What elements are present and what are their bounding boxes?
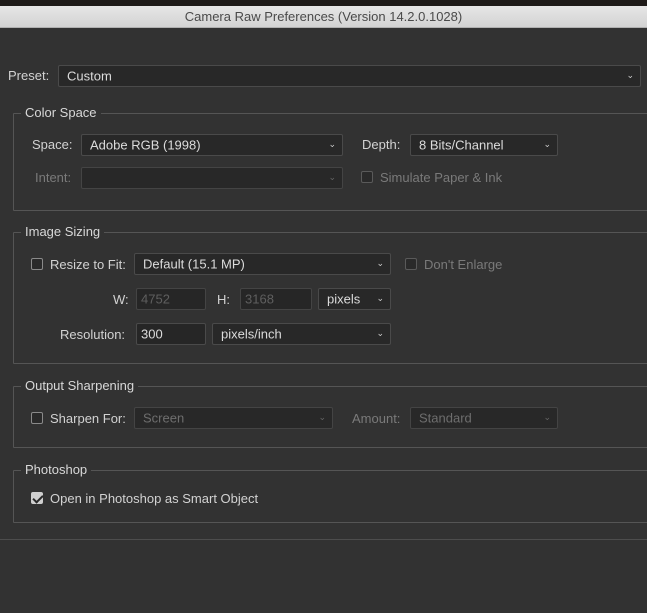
size-unit-select[interactable]: pixels ⌄ bbox=[318, 288, 391, 310]
intent-label: Intent: bbox=[35, 170, 72, 185]
amount-label: Amount: bbox=[352, 411, 401, 426]
depth-select[interactable]: 8 Bits/Channel ⌄ bbox=[410, 134, 558, 156]
simulate-paper-label: Simulate Paper & Ink bbox=[380, 170, 503, 185]
chevron-down-icon: ⌄ bbox=[328, 138, 336, 149]
resolution-input[interactable]: 300 bbox=[136, 323, 206, 345]
resize-to-fit-value: Default (15.1 MP) bbox=[143, 256, 245, 272]
sharpen-for-label: Sharpen For: bbox=[50, 411, 126, 426]
width-label: W: bbox=[113, 292, 129, 307]
resolution-unit-value: pixels/inch bbox=[221, 326, 282, 342]
size-unit-value: pixels bbox=[327, 291, 361, 307]
preset-select[interactable]: Custom ⌄ bbox=[58, 65, 641, 87]
width-value: 4752 bbox=[141, 291, 170, 307]
sharpen-for-select[interactable]: Screen ⌄ bbox=[134, 407, 333, 429]
chevron-down-icon: ⌄ bbox=[328, 171, 336, 182]
depth-label: Depth: bbox=[362, 137, 401, 152]
resolution-unit-select[interactable]: pixels/inch ⌄ bbox=[212, 323, 391, 345]
chevron-down-icon: ⌄ bbox=[543, 411, 551, 422]
preset-label: Preset: bbox=[8, 68, 50, 83]
chevron-down-icon: ⌄ bbox=[626, 69, 634, 80]
sharpen-for-checkbox[interactable] bbox=[31, 412, 43, 424]
width-input[interactable]: 4752 bbox=[136, 288, 206, 310]
intent-select[interactable]: ⌄ bbox=[81, 167, 343, 189]
window-title-bar: Camera Raw Preferences (Version 14.2.0.1… bbox=[0, 6, 647, 28]
smart-object-label: Open in Photoshop as Smart Object bbox=[50, 491, 259, 506]
amount-select[interactable]: Standard ⌄ bbox=[410, 407, 558, 429]
height-input[interactable]: 3168 bbox=[240, 288, 312, 310]
color-space-legend: Color Space bbox=[21, 105, 101, 121]
dont-enlarge-label: Don't Enlarge bbox=[424, 257, 503, 272]
amount-value: Standard bbox=[419, 410, 472, 426]
resolution-label: Resolution: bbox=[60, 327, 126, 342]
dont-enlarge-checkbox[interactable] bbox=[405, 258, 417, 270]
resize-to-fit-select[interactable]: Default (15.1 MP) ⌄ bbox=[134, 253, 391, 275]
image-sizing-legend: Image Sizing bbox=[21, 224, 105, 240]
depth-value: 8 Bits/Channel bbox=[419, 137, 504, 153]
chevron-down-icon: ⌄ bbox=[376, 257, 384, 268]
chevron-down-icon: ⌄ bbox=[318, 411, 326, 422]
bottom-divider bbox=[0, 539, 647, 540]
height-label: H: bbox=[217, 292, 230, 307]
height-value: 3168 bbox=[245, 291, 274, 307]
color-space-group bbox=[13, 113, 647, 211]
smart-object-checkbox[interactable] bbox=[31, 492, 43, 504]
simulate-paper-checkbox[interactable] bbox=[361, 171, 373, 183]
window-title: Camera Raw Preferences (Version 14.2.0.1… bbox=[184, 9, 463, 24]
space-value: Adobe RGB (1998) bbox=[90, 137, 201, 153]
output-sharpening-legend: Output Sharpening bbox=[21, 378, 139, 394]
preset-value: Custom bbox=[67, 68, 112, 84]
resolution-value: 300 bbox=[141, 326, 163, 342]
resize-to-fit-checkbox[interactable] bbox=[31, 258, 43, 270]
chevron-down-icon: ⌄ bbox=[376, 327, 384, 338]
chevron-down-icon: ⌄ bbox=[376, 292, 384, 303]
chevron-down-icon: ⌄ bbox=[543, 138, 551, 149]
space-label: Space: bbox=[32, 137, 73, 152]
space-select[interactable]: Adobe RGB (1998) ⌄ bbox=[81, 134, 343, 156]
sharpen-for-value: Screen bbox=[143, 410, 185, 426]
photoshop-legend: Photoshop bbox=[21, 462, 92, 478]
resize-to-fit-label: Resize to Fit: bbox=[50, 257, 126, 272]
